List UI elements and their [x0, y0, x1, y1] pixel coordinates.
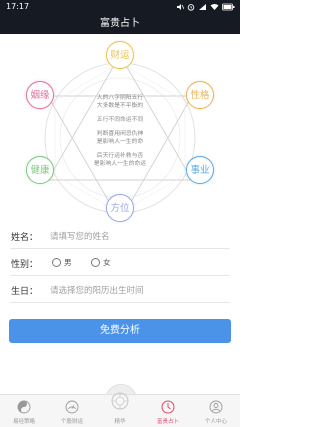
tab-yijing-strategy[interactable]: 易经策略 [0, 395, 48, 427]
name-input[interactable]: 请填写您的姓名 [50, 230, 110, 242]
node-marriage-label: 姻缘 [30, 90, 50, 101]
mute-icon [177, 4, 184, 10]
tab-essence[interactable]: 精华 [96, 392, 144, 427]
status-bar: 17:17 [0, 0, 240, 14]
center-line: 人的八字阴阳五行 [96, 95, 144, 101]
divider [10, 275, 230, 276]
free-analysis-button[interactable]: 免费分析 [9, 319, 231, 343]
center-line: 五行不同命运不同 [96, 117, 144, 123]
page-title: 富贵占卜 [100, 18, 140, 29]
node-marriage[interactable]: 姻缘 [26, 81, 54, 109]
name-row[interactable]: 姓名： 请填写您的姓名 [0, 224, 240, 248]
gender-row: 性别： 男 女 [0, 251, 240, 275]
yin-yang-icon [17, 400, 31, 414]
node-character-label: 性格 [190, 90, 210, 101]
center-line: 后天行运补救与否 [96, 153, 144, 159]
divination-icon [161, 400, 175, 414]
alarm-icon [187, 4, 195, 11]
node-wealth-label: 财运 [110, 50, 130, 61]
node-health[interactable]: 健康 [26, 156, 54, 184]
name-label: 姓名： [11, 233, 39, 243]
birthday-label: 生日： [11, 287, 39, 297]
gender-male-label[interactable]: 男 [64, 257, 72, 268]
center-line: 大多数是不平衡的 [96, 103, 144, 109]
node-character[interactable]: 性格 [186, 81, 214, 109]
battery-icon [222, 3, 235, 11]
status-time: 17:17 [6, 2, 30, 11]
center-line: 是影响人一生的命运 [93, 161, 147, 167]
node-career[interactable]: 事业 [186, 156, 214, 184]
tab-label: 富贵占卜 [156, 419, 179, 425]
birthday-row[interactable]: 生日： 请选择您的阳历出生时间 [0, 278, 240, 302]
tab-label: 个股财运 [60, 419, 83, 425]
wifi-icon [210, 3, 219, 10]
birthday-input[interactable]: 请选择您的阳历出生时间 [50, 284, 144, 296]
gender-female-radio[interactable] [91, 258, 100, 267]
tab-label: 精华 [114, 419, 126, 425]
gender-label: 性别： [11, 260, 39, 270]
tab-label: 易经策略 [12, 419, 35, 425]
title-bar: 富贵占卜 [0, 14, 240, 34]
bagua-icon [111, 392, 129, 410]
node-direction-label: 方位 [110, 203, 130, 214]
node-wealth[interactable]: 财运 [106, 41, 134, 69]
node-career-label: 事业 [190, 165, 210, 176]
diagram-center-text: 人的八字阴阳五行 大多数是不平衡的 五行不同命运不同 判断喜用闲忌仇神 是影响人… [82, 94, 158, 168]
tab-label: 个人中心 [204, 419, 227, 425]
status-icons [176, 0, 235, 14]
person-icon [209, 400, 223, 414]
tab-personal-center[interactable]: 个人中心 [192, 395, 240, 427]
divider [10, 248, 230, 249]
tab-fortune-divination[interactable]: 富贵占卜 [144, 395, 192, 427]
gender-female-label[interactable]: 女 [103, 257, 111, 268]
gender-male-radio[interactable] [52, 258, 61, 267]
fortune-diagram: 财运 性格 事业 方位 健康 姻缘 人的八字阴阳五行 大多数是不平衡的 五行不同… [0, 34, 240, 222]
center-line: 判断喜用闲忌仇神 [96, 131, 144, 137]
node-direction[interactable]: 方位 [106, 194, 134, 222]
bottom-tab-bar: 易经策略 个股财运 精华 富贵占卜 个人中心 [0, 392, 240, 427]
center-line: 是影响人一生的命 [96, 139, 144, 145]
tab-stock-fortune[interactable]: 个股财运 [48, 395, 96, 427]
divider [10, 302, 230, 303]
gauge-icon [65, 400, 79, 414]
signal-x-icon [199, 4, 206, 10]
node-health-label: 健康 [30, 165, 50, 176]
